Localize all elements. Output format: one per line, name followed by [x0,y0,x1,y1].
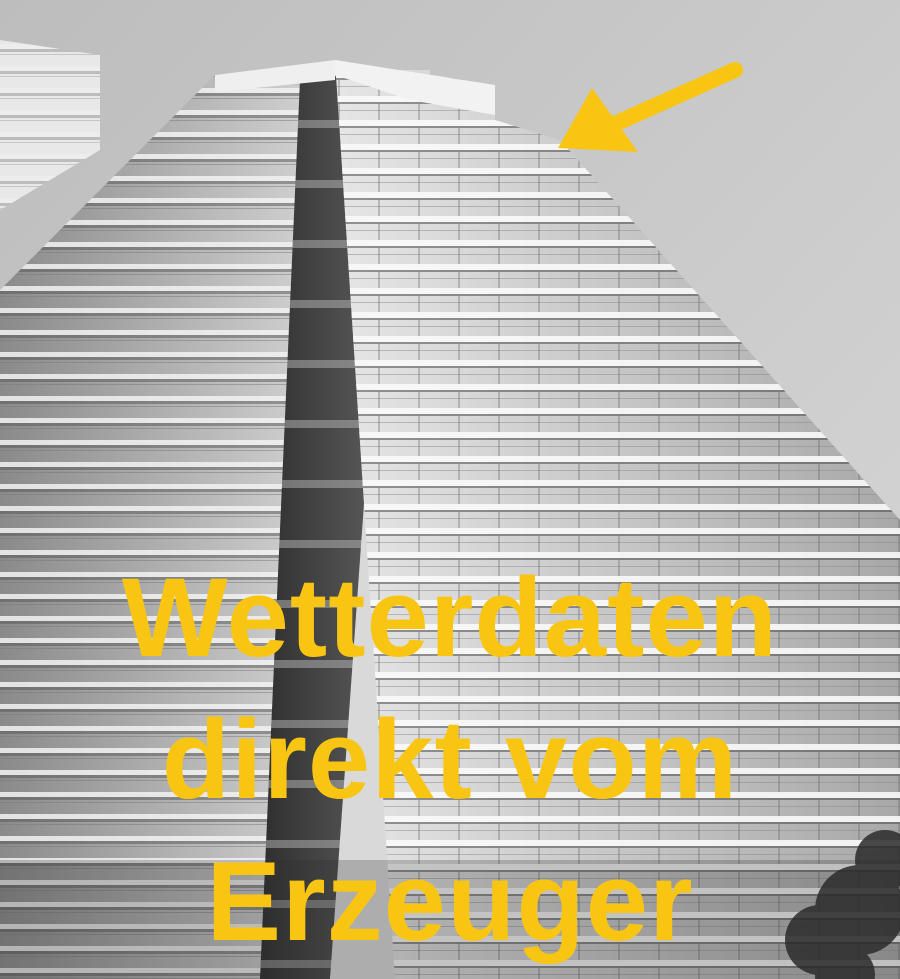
tower-photo [0,0,900,979]
photo-stage: Wetterdaten direkt vom Erzeuger [0,0,900,979]
headline-line-1: Wetterdaten [121,555,779,680]
headline-line-3: Erzeuger [206,839,694,964]
headline-line-2: direkt vom [161,697,739,822]
